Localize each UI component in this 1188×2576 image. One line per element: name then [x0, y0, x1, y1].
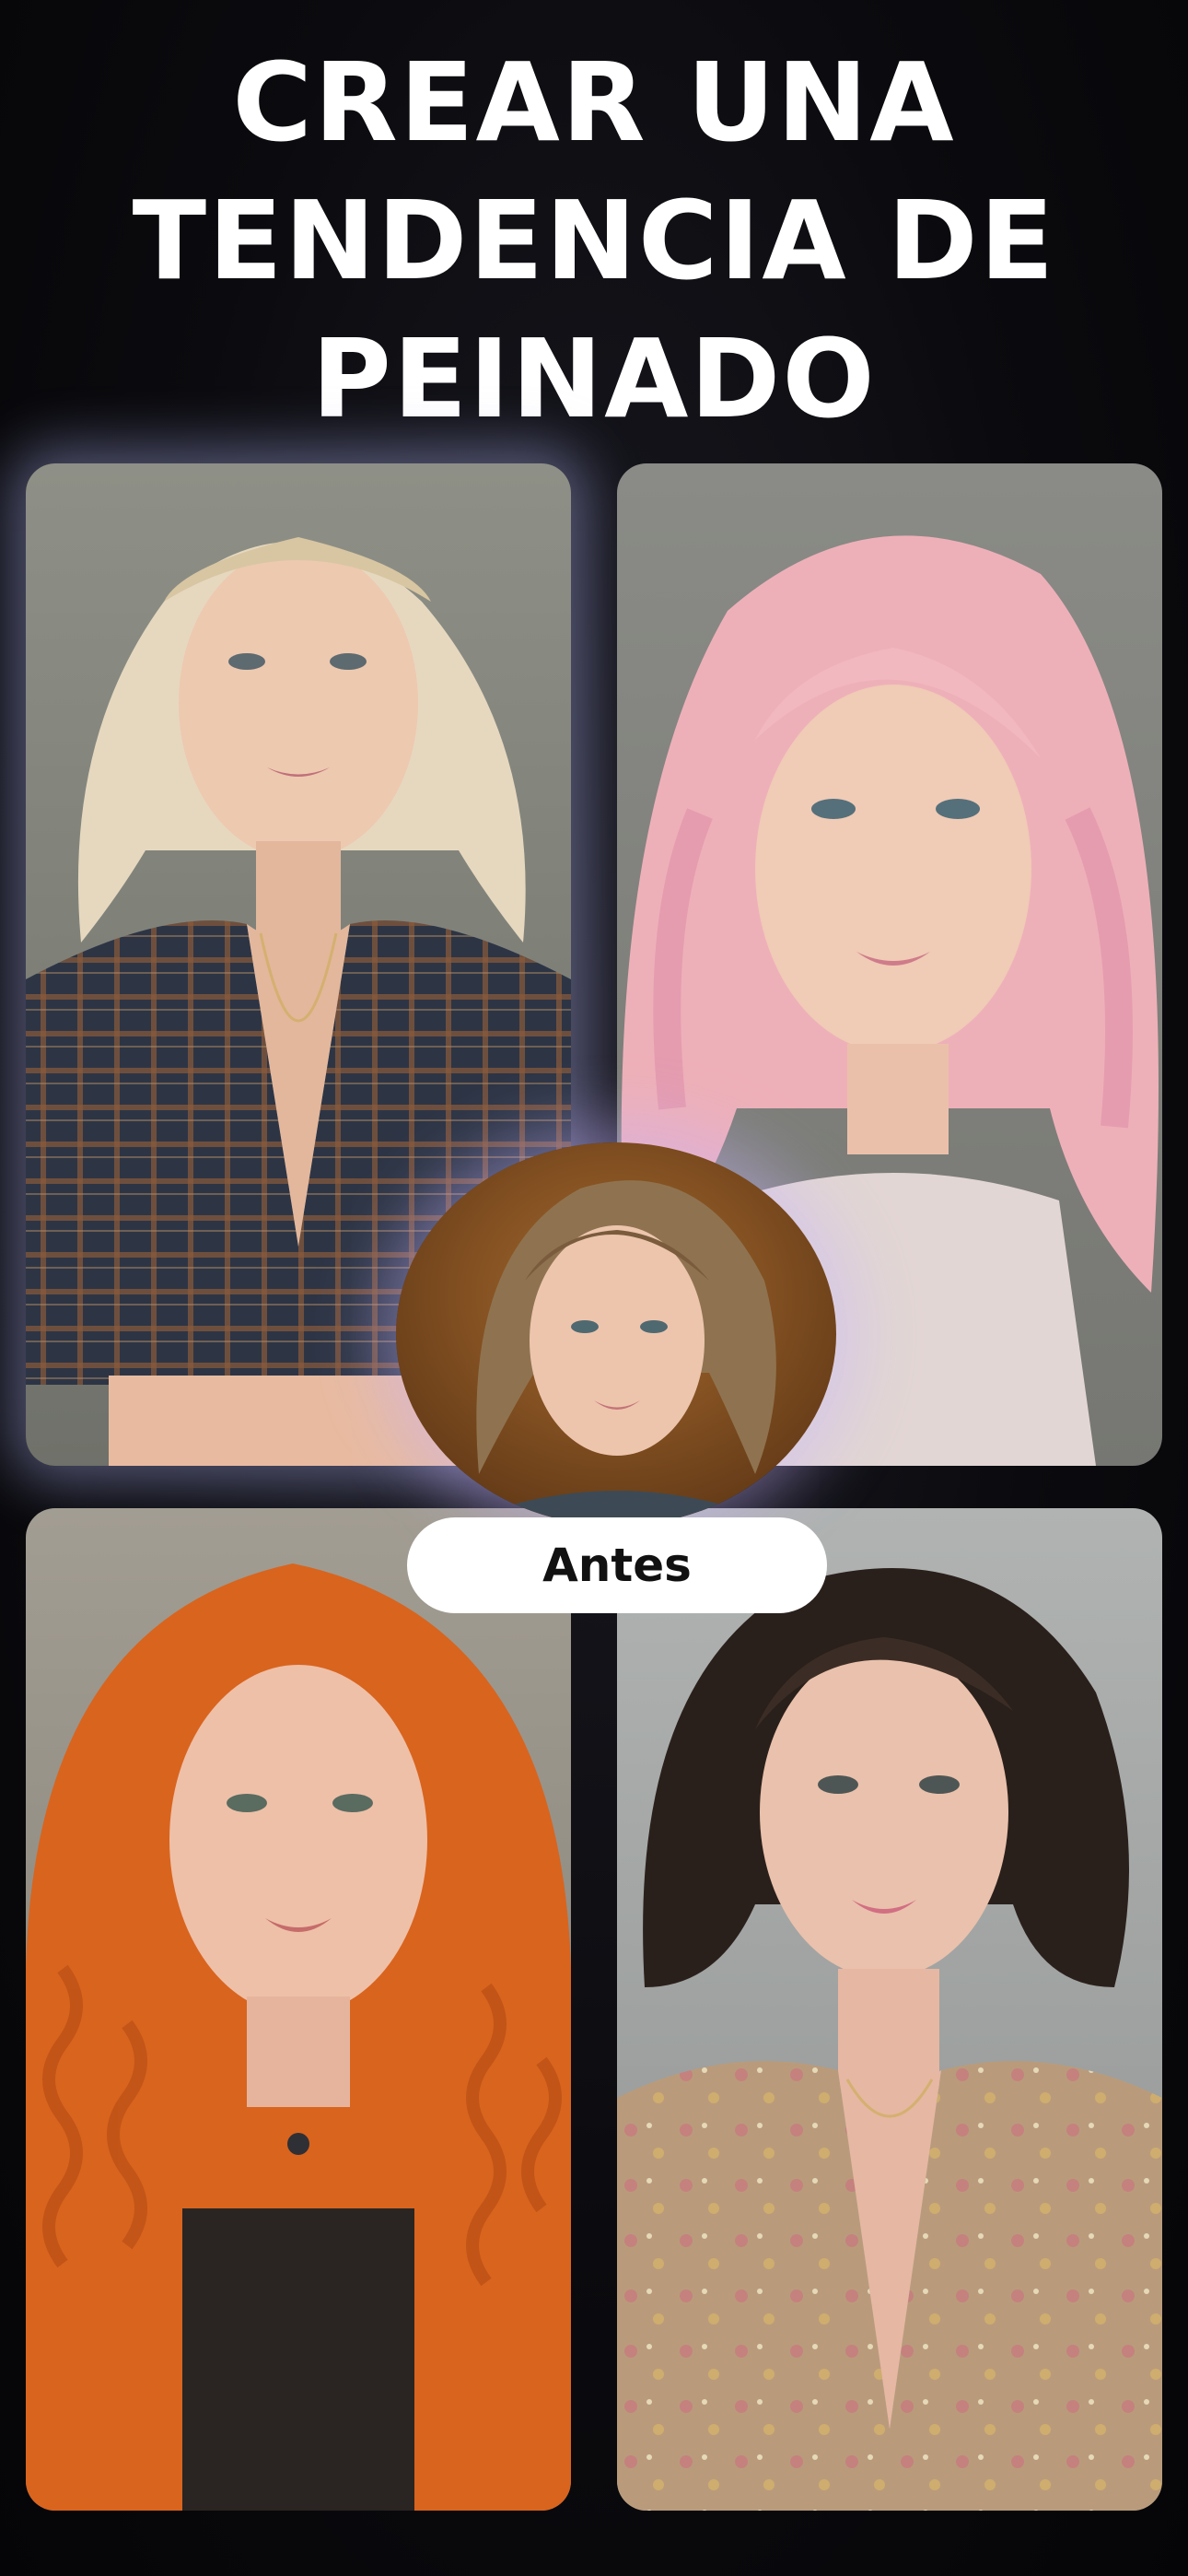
headline: CREAR UNA TENDENCIA DE PEINADO: [0, 33, 1188, 448]
headline-line-3: PEINADO: [311, 315, 877, 442]
headline-line-2: TENDENCIA DE: [132, 177, 1056, 304]
red-curls-photo[interactable]: [26, 1508, 571, 2511]
before-label-pill: Antes: [407, 1517, 827, 1613]
dark-bob-image: [617, 1508, 1162, 2511]
before-portrait: [396, 1142, 836, 1526]
before-portrait-image: [396, 1142, 836, 1526]
headline-line-1: CREAR UNA: [232, 39, 956, 166]
red-curls-image: [26, 1508, 571, 2511]
dark-bob-photo[interactable]: [617, 1508, 1162, 2511]
